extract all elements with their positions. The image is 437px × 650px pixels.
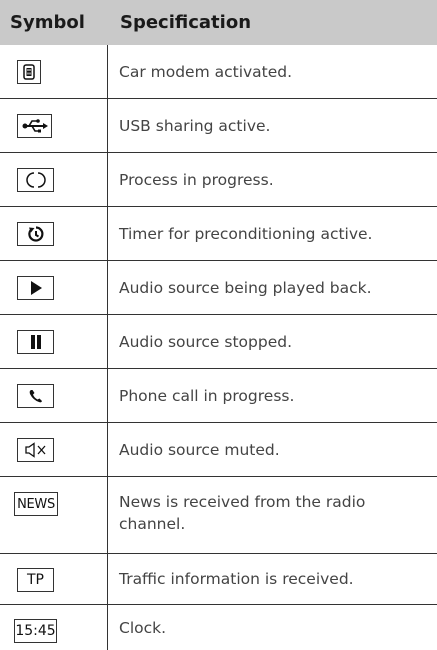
play-icon	[17, 276, 54, 300]
table-row: Car modem activated.	[0, 45, 437, 99]
row-spec: Audio source being played back.	[119, 279, 372, 297]
header-specification: Specification	[120, 12, 252, 33]
row-spec: Phone call in progress.	[119, 387, 295, 405]
pause-icon	[17, 330, 54, 354]
table-row: Timer for preconditioning active.	[0, 207, 437, 261]
row-spec: Timer for preconditioning active.	[119, 225, 373, 243]
row-spec: USB sharing active.	[119, 117, 271, 135]
header-symbol: Symbol	[10, 12, 85, 33]
table-row: TP Traffic information is received.	[0, 554, 437, 605]
table-row: Audio source stopped.	[0, 315, 437, 369]
clock-icon: 15:45	[14, 619, 57, 643]
table-row: Phone call in progress.	[0, 369, 437, 423]
process-icon	[17, 168, 54, 192]
news-icon: NEWS	[14, 492, 58, 516]
row-spec: Audio source stopped.	[119, 333, 292, 351]
table-row: NEWS News is received from the radio cha…	[0, 477, 437, 554]
table-row: Audio source being played back.	[0, 261, 437, 315]
row-spec: News is received from the radio channel.	[119, 493, 366, 533]
timer-icon	[17, 222, 54, 246]
table-row: USB sharing active.	[0, 99, 437, 153]
usb-icon	[17, 114, 52, 138]
row-spec: Process in progress.	[119, 171, 274, 189]
row-spec: Clock.	[119, 619, 167, 637]
table-row: 15:45 Clock.	[0, 605, 437, 650]
row-spec: Audio source muted.	[119, 441, 280, 459]
table-row: Audio source muted.	[0, 423, 437, 477]
car-modem-icon	[17, 60, 41, 84]
phone-icon	[17, 384, 54, 408]
row-spec: Traffic information is received.	[119, 570, 354, 588]
row-spec: Car modem activated.	[119, 63, 293, 81]
mute-icon	[17, 438, 54, 462]
tp-icon: TP	[17, 568, 54, 592]
table-header: Symbol Specification	[0, 0, 437, 45]
table-row: Process in progress.	[0, 153, 437, 207]
